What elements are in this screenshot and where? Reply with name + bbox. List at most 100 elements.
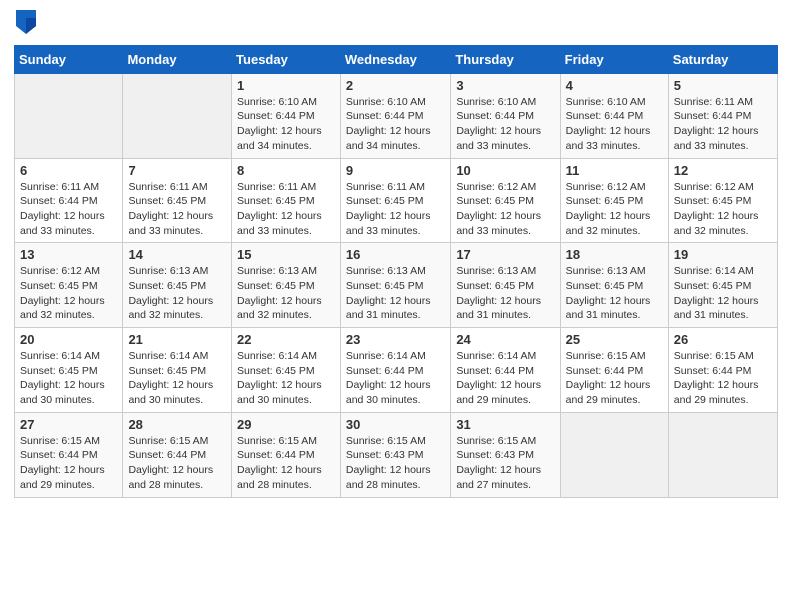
day-cell: 17 Sunrise: 6:13 AM Sunset: 6:45 PM Dayli… <box>451 243 560 328</box>
week-row-3: 13 Sunrise: 6:12 AM Sunset: 6:45 PM Dayli… <box>15 243 778 328</box>
day-number: 20 <box>20 332 117 347</box>
weekday-header-saturday: Saturday <box>668 45 777 73</box>
day-cell: 2Sunrise: 6:10 AM Sunset: 6:44 PM Daylig… <box>340 73 450 158</box>
weekday-header-tuesday: Tuesday <box>232 45 341 73</box>
day-number: 1 <box>237 78 335 93</box>
day-number: 9 <box>346 163 445 178</box>
day-number: 30 <box>346 417 445 432</box>
day-number: 7 <box>128 163 226 178</box>
day-cell: 5 Sunrise: 6:11 AM Sunset: 6:44 PM Daylig… <box>668 73 777 158</box>
day-info: Sunrise: 6:13 AM Sunset: 6:45 PM Dayligh… <box>566 264 663 323</box>
day-cell: 12 Sunrise: 6:12 AM Sunset: 6:45 PM Dayli… <box>668 158 777 243</box>
day-cell: 15 Sunrise: 6:13 AM Sunset: 6:45 PM Dayli… <box>232 243 341 328</box>
day-cell: 16 Sunrise: 6:13 AM Sunset: 6:45 PM Dayli… <box>340 243 450 328</box>
day-info: Sunrise: 6:14 AM Sunset: 6:45 PM Dayligh… <box>20 349 117 408</box>
day-info: Sunrise: 6:13 AM Sunset: 6:45 PM Dayligh… <box>456 264 554 323</box>
day-info: Sunrise: 6:15 AM Sunset: 6:44 PM Dayligh… <box>20 434 117 493</box>
day-info: Sunrise: 6:14 AM Sunset: 6:45 PM Dayligh… <box>128 349 226 408</box>
logo-icon <box>16 10 36 34</box>
day-info: Sunrise: 6:15 AM Sunset: 6:44 PM Dayligh… <box>128 434 226 493</box>
week-row-2: 6 Sunrise: 6:11 AM Sunset: 6:44 PM Daylig… <box>15 158 778 243</box>
day-number: 10 <box>456 163 554 178</box>
week-row-5: 27Sunrise: 6:15 AM Sunset: 6:44 PM Dayli… <box>15 412 778 497</box>
day-cell: 24 Sunrise: 6:14 AM Sunset: 6:44 PM Dayli… <box>451 328 560 413</box>
day-cell: 18 Sunrise: 6:13 AM Sunset: 6:45 PM Dayli… <box>560 243 668 328</box>
day-info: Sunrise: 6:10 AM Sunset: 6:44 PM Dayligh… <box>456 95 554 154</box>
day-number: 25 <box>566 332 663 347</box>
day-cell: 22Sunrise: 6:14 AM Sunset: 6:45 PM Dayli… <box>232 328 341 413</box>
day-number: 31 <box>456 417 554 432</box>
day-number: 22 <box>237 332 335 347</box>
day-info: Sunrise: 6:13 AM Sunset: 6:45 PM Dayligh… <box>237 264 335 323</box>
day-cell: 7Sunrise: 6:11 AM Sunset: 6:45 PM Daylig… <box>123 158 232 243</box>
day-info: Sunrise: 6:15 AM Sunset: 6:43 PM Dayligh… <box>346 434 445 493</box>
day-number: 17 <box>456 247 554 262</box>
day-cell: 29 Sunrise: 6:15 AM Sunset: 6:44 PM Dayli… <box>232 412 341 497</box>
day-info: Sunrise: 6:13 AM Sunset: 6:45 PM Dayligh… <box>128 264 226 323</box>
day-info: Sunrise: 6:15 AM Sunset: 6:44 PM Dayligh… <box>237 434 335 493</box>
day-number: 2 <box>346 78 445 93</box>
page: SundayMondayTuesdayWednesdayThursdayFrid… <box>0 0 792 612</box>
day-number: 11 <box>566 163 663 178</box>
weekday-header-wednesday: Wednesday <box>340 45 450 73</box>
day-cell: 26 Sunrise: 6:15 AM Sunset: 6:44 PM Dayli… <box>668 328 777 413</box>
week-row-1: 1 Sunrise: 6:10 AM Sunset: 6:44 PM Daylig… <box>15 73 778 158</box>
weekday-header-monday: Monday <box>123 45 232 73</box>
day-cell: 20 Sunrise: 6:14 AM Sunset: 6:45 PM Dayli… <box>15 328 123 413</box>
day-info: Sunrise: 6:15 AM Sunset: 6:44 PM Dayligh… <box>674 349 772 408</box>
header <box>14 10 778 39</box>
day-info: Sunrise: 6:15 AM Sunset: 6:44 PM Dayligh… <box>566 349 663 408</box>
day-cell: 6 Sunrise: 6:11 AM Sunset: 6:44 PM Daylig… <box>15 158 123 243</box>
day-info: Sunrise: 6:11 AM Sunset: 6:44 PM Dayligh… <box>20 180 117 239</box>
day-info: Sunrise: 6:10 AM Sunset: 6:44 PM Dayligh… <box>566 95 663 154</box>
day-number: 26 <box>674 332 772 347</box>
day-number: 5 <box>674 78 772 93</box>
day-info: Sunrise: 6:14 AM Sunset: 6:44 PM Dayligh… <box>346 349 445 408</box>
day-cell: 8 Sunrise: 6:11 AM Sunset: 6:45 PM Daylig… <box>232 158 341 243</box>
day-info: Sunrise: 6:12 AM Sunset: 6:45 PM Dayligh… <box>20 264 117 323</box>
day-cell: 10 Sunrise: 6:12 AM Sunset: 6:45 PM Dayli… <box>451 158 560 243</box>
day-cell <box>123 73 232 158</box>
day-cell: 19Sunrise: 6:14 AM Sunset: 6:45 PM Dayli… <box>668 243 777 328</box>
day-number: 12 <box>674 163 772 178</box>
weekday-header-thursday: Thursday <box>451 45 560 73</box>
day-info: Sunrise: 6:11 AM Sunset: 6:45 PM Dayligh… <box>237 180 335 239</box>
weekday-header-friday: Friday <box>560 45 668 73</box>
day-number: 16 <box>346 247 445 262</box>
day-number: 4 <box>566 78 663 93</box>
day-cell: 1 Sunrise: 6:10 AM Sunset: 6:44 PM Daylig… <box>232 73 341 158</box>
day-info: Sunrise: 6:15 AM Sunset: 6:43 PM Dayligh… <box>456 434 554 493</box>
day-info: Sunrise: 6:14 AM Sunset: 6:44 PM Dayligh… <box>456 349 554 408</box>
day-info: Sunrise: 6:13 AM Sunset: 6:45 PM Dayligh… <box>346 264 445 323</box>
day-cell: 4 Sunrise: 6:10 AM Sunset: 6:44 PM Daylig… <box>560 73 668 158</box>
day-number: 29 <box>237 417 335 432</box>
day-info: Sunrise: 6:10 AM Sunset: 6:44 PM Dayligh… <box>237 95 335 154</box>
day-cell: 28Sunrise: 6:15 AM Sunset: 6:44 PM Dayli… <box>123 412 232 497</box>
day-info: Sunrise: 6:12 AM Sunset: 6:45 PM Dayligh… <box>674 180 772 239</box>
day-info: Sunrise: 6:12 AM Sunset: 6:45 PM Dayligh… <box>566 180 663 239</box>
day-number: 8 <box>237 163 335 178</box>
day-cell: 3 Sunrise: 6:10 AM Sunset: 6:44 PM Daylig… <box>451 73 560 158</box>
day-cell: 25 Sunrise: 6:15 AM Sunset: 6:44 PM Dayli… <box>560 328 668 413</box>
day-number: 24 <box>456 332 554 347</box>
day-number: 19 <box>674 247 772 262</box>
day-info: Sunrise: 6:12 AM Sunset: 6:45 PM Dayligh… <box>456 180 554 239</box>
day-number: 13 <box>20 247 117 262</box>
day-cell: 9Sunrise: 6:11 AM Sunset: 6:45 PM Daylig… <box>340 158 450 243</box>
day-info: Sunrise: 6:11 AM Sunset: 6:44 PM Dayligh… <box>674 95 772 154</box>
logo <box>14 10 36 39</box>
day-cell: 11 Sunrise: 6:12 AM Sunset: 6:45 PM Dayli… <box>560 158 668 243</box>
day-cell <box>560 412 668 497</box>
day-number: 3 <box>456 78 554 93</box>
day-cell: 23Sunrise: 6:14 AM Sunset: 6:44 PM Dayli… <box>340 328 450 413</box>
day-cell: 30 Sunrise: 6:15 AM Sunset: 6:43 PM Dayli… <box>340 412 450 497</box>
day-number: 14 <box>128 247 226 262</box>
day-cell: 21Sunrise: 6:14 AM Sunset: 6:45 PM Dayli… <box>123 328 232 413</box>
weekday-header-row: SundayMondayTuesdayWednesdayThursdayFrid… <box>15 45 778 73</box>
day-cell: 31 Sunrise: 6:15 AM Sunset: 6:43 PM Dayli… <box>451 412 560 497</box>
day-number: 6 <box>20 163 117 178</box>
calendar: SundayMondayTuesdayWednesdayThursdayFrid… <box>14 45 778 498</box>
day-number: 18 <box>566 247 663 262</box>
day-number: 15 <box>237 247 335 262</box>
weekday-header-sunday: Sunday <box>15 45 123 73</box>
